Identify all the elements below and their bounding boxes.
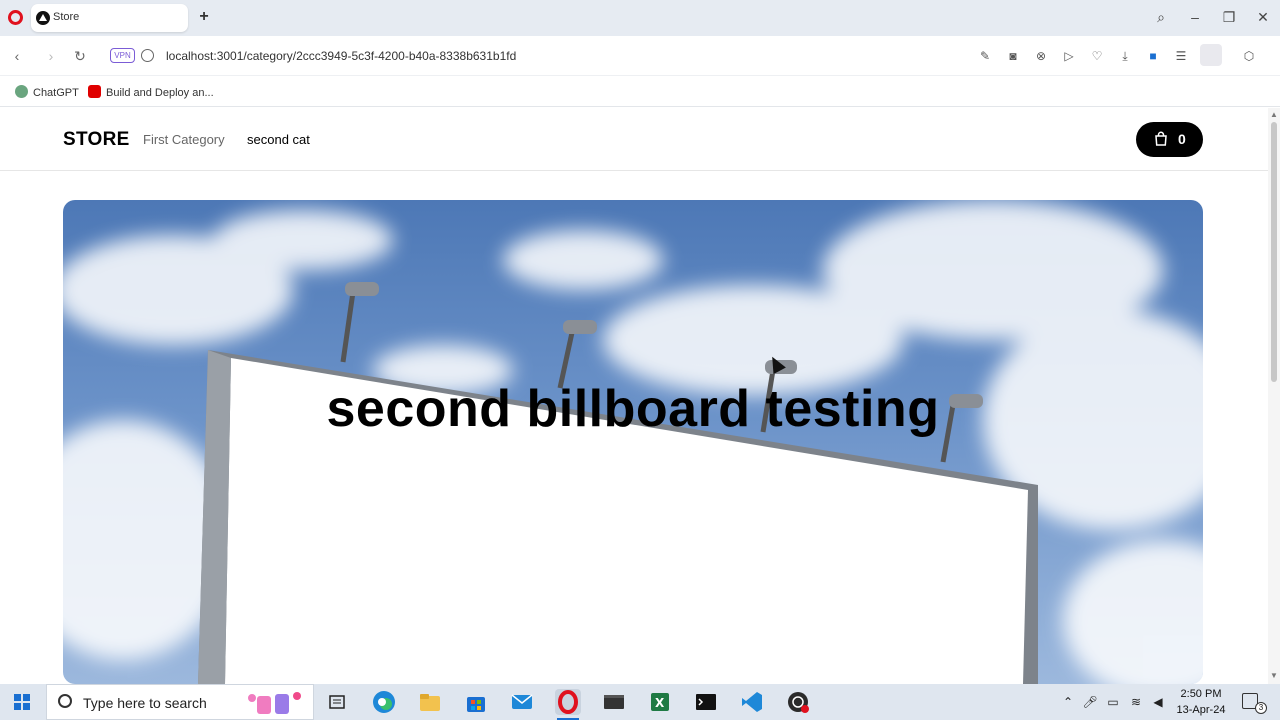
extension-icon[interactable]: ■ <box>1145 48 1161 64</box>
search-tabs-icon[interactable]: ⌕ <box>1153 9 1169 25</box>
scroll-up-icon[interactable]: ▲ <box>1270 111 1278 119</box>
store-favicon-icon <box>36 11 50 25</box>
vscode-icon[interactable] <box>739 689 765 715</box>
wifi-icon[interactable]: ≋ <box>1128 694 1144 710</box>
taskbar-search-placeholder: Type here to search <box>83 695 207 711</box>
show-hidden-icons-icon[interactable]: ⌃ <box>1060 694 1076 710</box>
site-info-icon[interactable] <box>141 49 154 62</box>
store-logo[interactable]: STORE <box>63 129 130 151</box>
windows-start-icon[interactable] <box>14 694 30 710</box>
edge-icon[interactable] <box>371 689 397 715</box>
bookmark-chatgpt[interactable]: ChatGPT <box>15 85 79 101</box>
youtube-icon <box>88 85 101 98</box>
obs-icon[interactable] <box>785 689 811 715</box>
page-scrollbar[interactable]: ▲ ▼ <box>1268 108 1280 684</box>
back-icon[interactable]: ‹ <box>9 48 25 64</box>
file-explorer-icon[interactable] <box>417 689 443 715</box>
svg-text:X: X <box>655 696 665 710</box>
vpn-badge[interactable]: VPN <box>110 48 135 63</box>
billboard-title: second billboard testing <box>326 380 940 438</box>
new-tab-icon[interactable]: + <box>197 9 211 25</box>
bookmark-youtube[interactable]: Build and Deploy an... <box>88 85 214 101</box>
bookmarks-bar: ChatGPT Build and Deploy an... <box>0 77 1280 107</box>
tab-store[interactable]: Store <box>31 4 188 32</box>
reload-icon[interactable]: ↻ <box>72 48 88 64</box>
nav-second-cat[interactable]: second cat <box>247 132 310 147</box>
microphone-icon[interactable]: 🎤︎ <box>1082 694 1098 710</box>
task-view-icon[interactable] <box>324 689 350 715</box>
shopping-bag-icon <box>1155 131 1167 146</box>
nav-first-category[interactable]: First Category <box>143 132 225 147</box>
send-icon[interactable]: ✎ <box>977 48 993 64</box>
opera-logo-icon[interactable] <box>8 10 23 25</box>
tab-title: Store <box>53 11 80 23</box>
scroll-down-icon[interactable]: ▼ <box>1270 672 1278 680</box>
cart-count: 0 <box>1178 131 1186 147</box>
heart-icon[interactable]: ♡ <box>1089 48 1105 64</box>
play-icon[interactable]: ▷ <box>1061 48 1077 64</box>
billboard-image <box>63 200 1203 684</box>
restore-icon[interactable]: ❐ <box>1221 9 1237 25</box>
address-bar: ‹ › ↻ VPN localhost:3001/category/2ccc39… <box>0 36 1280 104</box>
url-field[interactable]: localhost:3001/category/2ccc3949-5c3f-42… <box>166 49 516 63</box>
windows-taskbar: Type here to search X ⌃ 🎤︎ ▭ ≋ ◀︎ 2:50 P… <box>0 684 1280 720</box>
search-icon <box>58 694 72 708</box>
search-highlight-icon <box>248 692 301 714</box>
mail-icon[interactable] <box>509 689 535 715</box>
store-page: STORE First Category second cat 0 second… <box>0 108 1268 684</box>
clock-time: 2:50 PM <box>1180 688 1222 700</box>
clock-date: 13-Apr-24 <box>1176 704 1226 716</box>
excel-icon[interactable]: X <box>647 689 673 715</box>
billboard-banner: second billboard testing <box>63 200 1203 684</box>
microsoft-store-icon[interactable] <box>463 689 489 715</box>
adblock-icon[interactable]: ⊗ <box>1033 48 1049 64</box>
easy-setup-icon[interactable]: ☰ <box>1173 48 1189 64</box>
system-clock[interactable]: 2:50 PM 13-Apr-24 <box>1172 686 1230 718</box>
notification-count: 3 <box>1255 702 1267 714</box>
forward-icon[interactable]: › <box>43 48 59 64</box>
chatgpt-icon <box>15 85 28 98</box>
store-navbar: STORE First Category second cat 0 <box>0 108 1268 171</box>
volume-icon[interactable]: ◀︎ <box>1150 694 1166 710</box>
close-window-icon[interactable]: ✕ <box>1255 9 1271 25</box>
profile-avatar[interactable] <box>1200 44 1222 66</box>
command-prompt-icon[interactable] <box>693 689 719 715</box>
opera-taskbar-icon[interactable] <box>555 689 581 720</box>
scroll-thumb[interactable] <box>1271 122 1277 382</box>
camera-icon[interactable]: ◙ <box>1005 48 1021 64</box>
taskbar-search[interactable]: Type here to search <box>46 684 314 720</box>
cube-icon[interactable]: ⬡ <box>1241 48 1257 64</box>
battery-icon[interactable]: ▭ <box>1105 694 1121 710</box>
minimize-icon[interactable]: – <box>1187 9 1203 25</box>
terminal-window-icon[interactable] <box>601 689 627 715</box>
cart-button[interactable]: 0 <box>1136 122 1203 157</box>
download-icon[interactable]: ⤓ <box>1117 48 1133 64</box>
browser-tab-bar: Store + ⌕ – ❐ ✕ <box>0 0 1280 36</box>
